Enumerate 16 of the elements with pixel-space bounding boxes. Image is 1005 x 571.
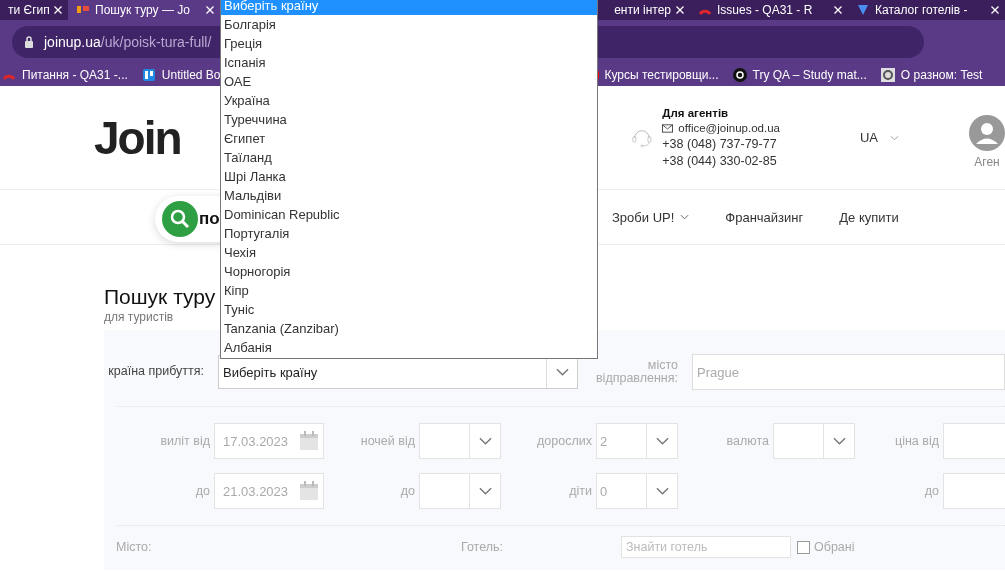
field-label: виліт від [159, 434, 211, 448]
agents-title: Для агентів [662, 107, 730, 119]
field-label: до [923, 484, 940, 498]
field-label: країна прибуття: [107, 365, 205, 379]
field-label: дорослих [536, 434, 593, 448]
field-label: до [194, 484, 211, 498]
field-label: Місто: [116, 540, 153, 554]
field-label: ціна від [894, 434, 940, 448]
page-title: Пошук туру [104, 285, 216, 309]
field-label: місто відправлення: [594, 358, 679, 386]
field-label: діти [568, 484, 593, 498]
field-label: Готель: [461, 540, 504, 554]
page-subtitle: для туристів [104, 310, 174, 324]
field-label: до [399, 484, 416, 498]
field-label: валюта [725, 434, 770, 448]
field-label: ночей від [359, 434, 416, 448]
